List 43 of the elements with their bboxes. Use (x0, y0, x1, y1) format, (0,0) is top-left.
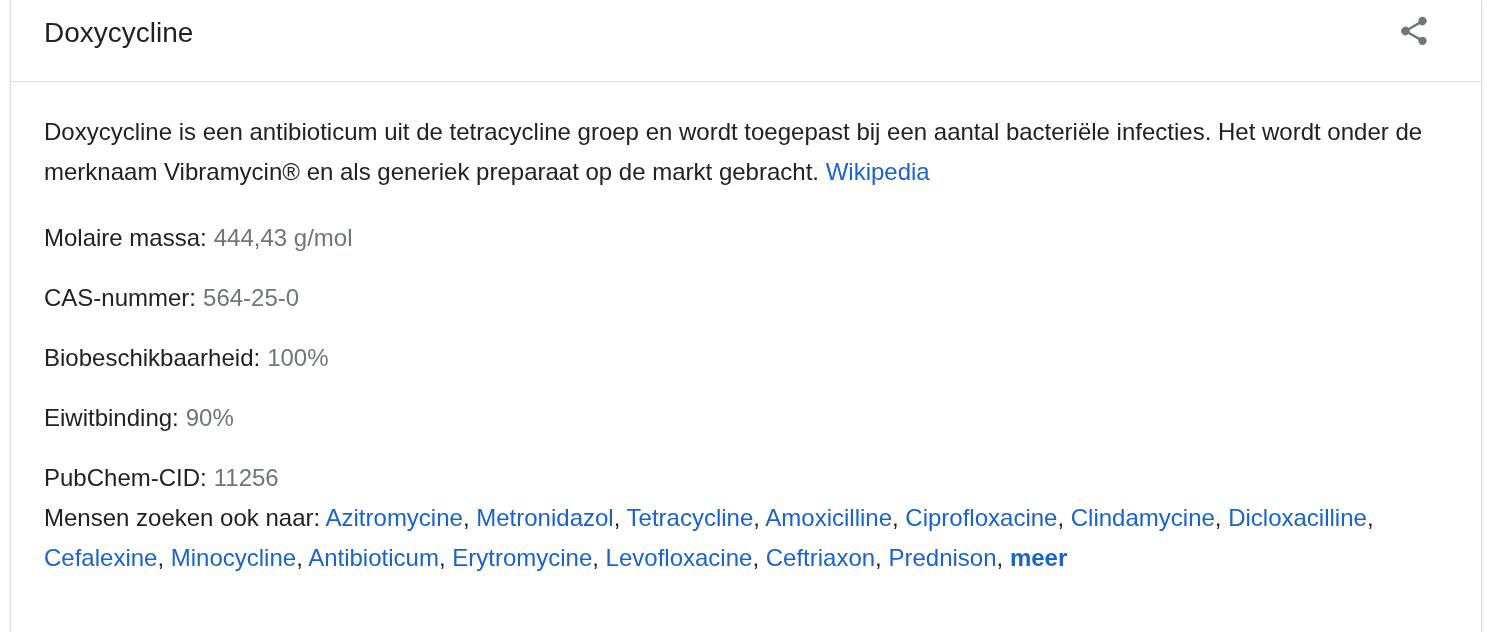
fact-label: PubChem-CID: (44, 463, 207, 493)
related-link[interactable]: Erytromycine (452, 544, 593, 571)
related-link[interactable]: Ceftriaxon (765, 544, 876, 571)
related-link[interactable]: Metronidazol (476, 504, 614, 531)
separator: , (752, 544, 760, 571)
separator: , (753, 504, 760, 531)
separator: , (157, 544, 165, 571)
fact-value: 444,43 g/mol (213, 223, 353, 253)
separator: , (462, 504, 470, 531)
fact-value: 564-25-0 (203, 283, 300, 313)
separator: , (1057, 504, 1065, 531)
fact-value: 11256 (213, 463, 279, 493)
related-link[interactable]: Antibioticum (308, 544, 439, 571)
fact-label: Biobeschikbaarheid: (44, 343, 261, 373)
separator: , (613, 504, 621, 531)
source-link[interactable]: Wikipedia (825, 158, 930, 185)
related-link[interactable]: Minocycline (170, 544, 297, 571)
description-paragraph: Doxycycline is een antibioticum uit de tetracycline groep en wordt toegepast bij een aantal bacteriële infecties. Het wordt onder de merknaam Vibramycin® en als generiek preparaat op de markt gebracht. Wikipedia (44, 117, 1424, 187)
separator: , (438, 544, 446, 571)
related-link[interactable]: Prednison (888, 544, 997, 571)
fact-label: CAS-nummer: (44, 283, 197, 313)
separator: , (892, 504, 899, 531)
related-link[interactable]: Clindamycine (1070, 504, 1215, 531)
fact-value: 100% (267, 343, 329, 373)
separator: , (1366, 504, 1374, 531)
card-title: Doxycycline (44, 16, 194, 49)
fact-label: Molaire massa: (44, 223, 207, 253)
separator: , (296, 544, 303, 571)
related-link[interactable]: Cefalexine (44, 544, 158, 571)
fact-value: 90% (185, 403, 234, 433)
separator: , (996, 544, 1004, 571)
more-link[interactable]: meer (1009, 544, 1068, 571)
related-label: Mensen zoeken ook naar: (44, 504, 321, 531)
related-link[interactable]: Levofloxacine (605, 544, 753, 571)
fact-label: Eiwitbinding: (44, 403, 179, 433)
related-link[interactable]: Amoxicilline (765, 504, 892, 531)
related-link[interactable]: Azitromycine (325, 504, 463, 531)
separator: , (875, 544, 882, 571)
related-link[interactable]: Tetracycline (626, 504, 754, 531)
separator: , (592, 544, 599, 571)
separator: , (1214, 504, 1222, 531)
related-link[interactable]: Dicloxacilline (1228, 504, 1367, 531)
related-link[interactable]: Ciprofloxacine (905, 504, 1058, 531)
